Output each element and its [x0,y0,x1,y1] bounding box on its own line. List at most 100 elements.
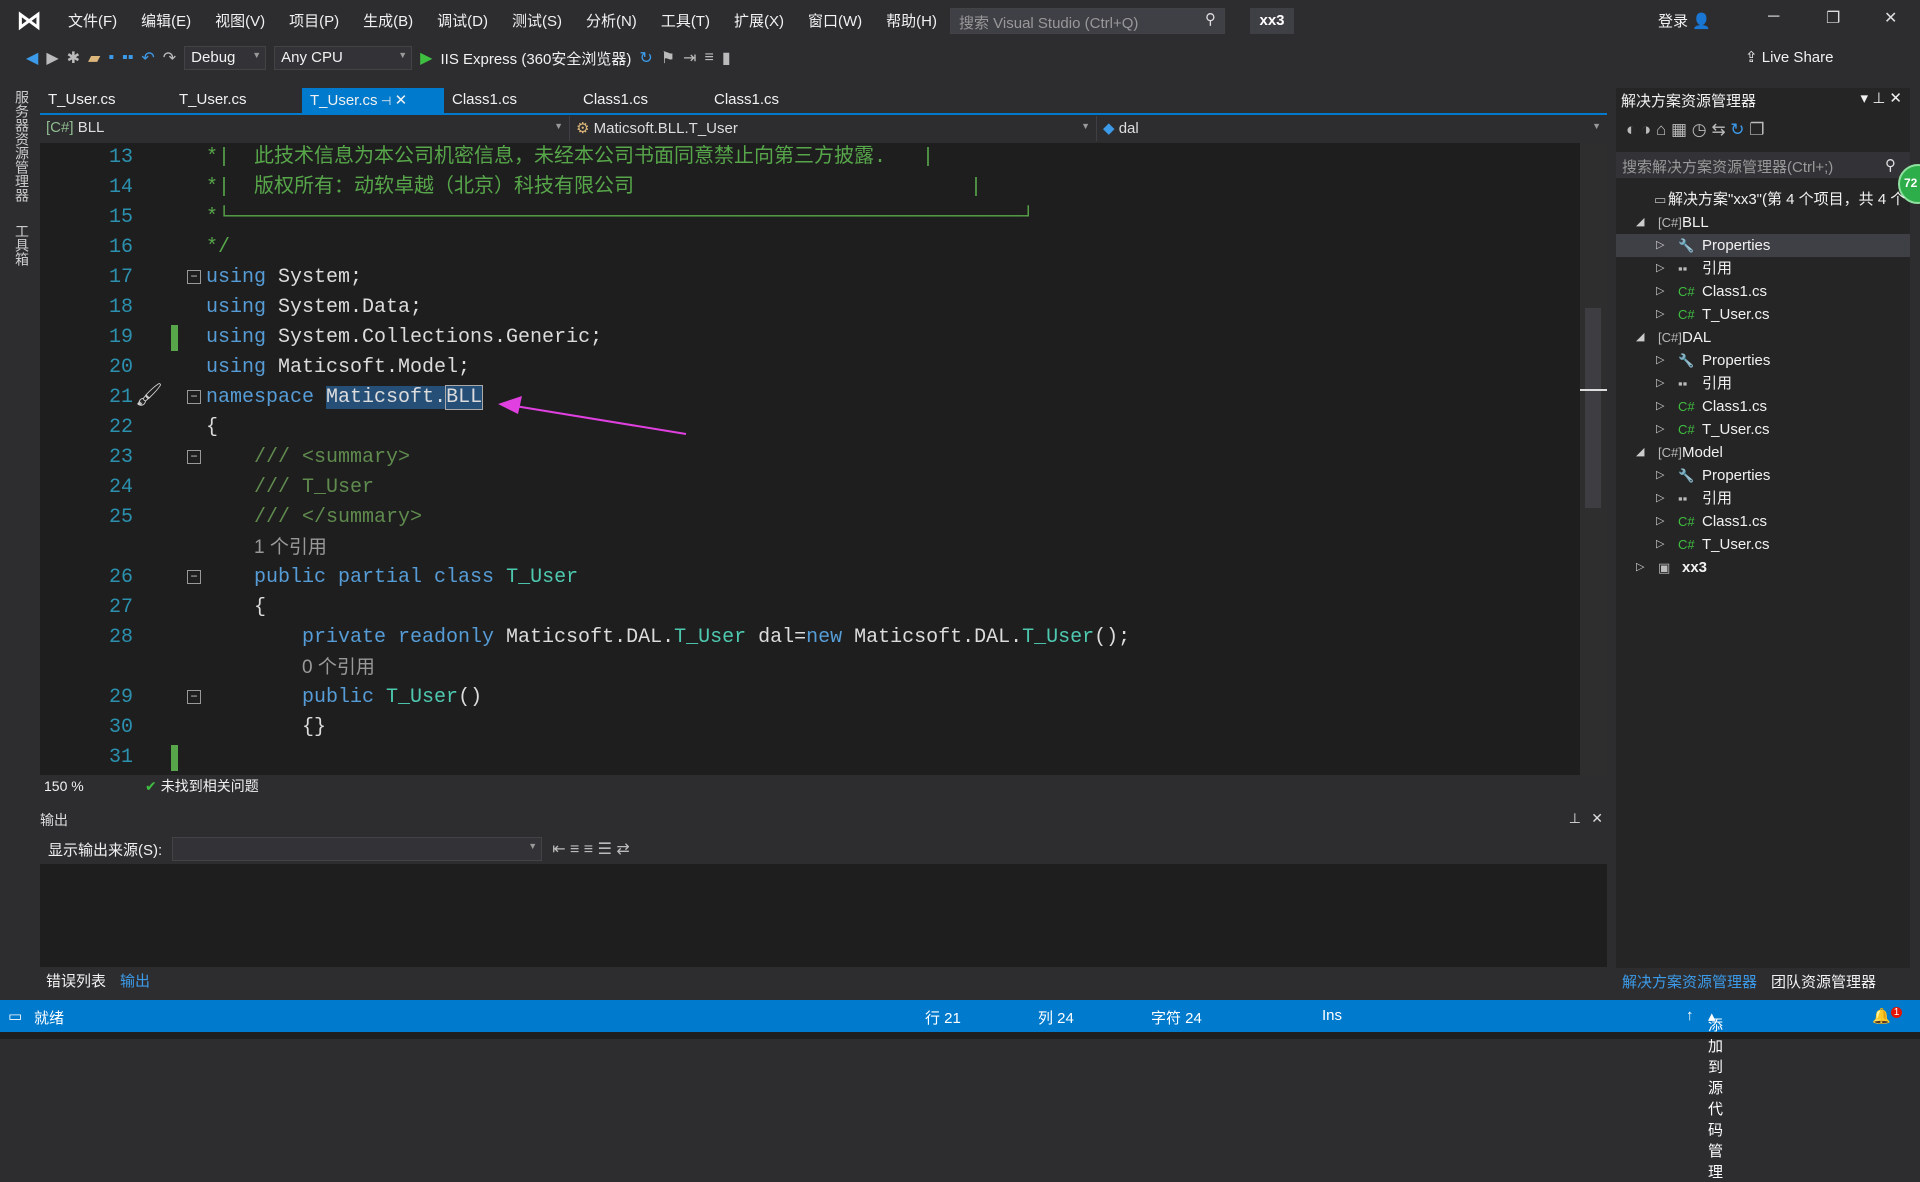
tree-item[interactable]: ▷ ▣ xx3 [1616,556,1910,579]
tab-output[interactable]: 输出 [120,970,150,991]
tree-expander-icon[interactable]: ◢ [1636,326,1644,349]
menu-item[interactable]: 项目(P) [277,10,351,31]
tree-expander-icon[interactable]: ▷ [1656,395,1664,418]
tree-item[interactable]: ▷ C# Class1.cs [1616,280,1910,303]
scroll-thumb[interactable] [1585,308,1601,508]
tree-expander-icon[interactable]: ▷ [1656,418,1664,441]
new-project-icon[interactable]: ✱ [67,48,80,68]
menu-item[interactable]: 测试(S) [500,10,574,31]
tree-expander-icon[interactable]: ◢ [1636,441,1644,464]
tree-item[interactable]: ◢ [C#] BLL [1616,211,1910,234]
project-dropdown[interactable]: [C#] BLL ▼ [40,116,570,141]
tree-expander-icon[interactable]: ◢ [1636,211,1644,234]
save-icon[interactable]: ▪ [108,49,114,67]
pin-icon[interactable]: ⊣ [378,94,395,108]
save-all-icon[interactable]: ▪▪ [122,49,133,67]
tab-document[interactable]: T_User.cs ⊣ ✕ [302,88,444,114]
member-dropdown[interactable]: ◆ dal ▼ [1097,116,1607,141]
tab-document[interactable]: Class1.cs [706,88,837,114]
clear-output-icon[interactable]: ⇤ ≡ ≡ ☰ ⇄ [552,839,630,859]
tab-team-explorer[interactable]: 团队资源管理器 [1771,971,1876,992]
forward-icon[interactable]: ▶ [46,48,58,68]
output-source-select[interactable]: ▼ [172,837,543,861]
solution-search-input[interactable]: 搜索解决方案资源管理器(Ctrl+;) ⚲ [1616,152,1910,178]
tree-item[interactable]: ▷ C# T_User.cs [1616,418,1910,441]
tree-item[interactable]: ▷ C# Class1.cs [1616,395,1910,418]
back-icon[interactable]: ◀ [26,48,38,68]
collapse-icon[interactable]: − [187,450,201,464]
pin-icon[interactable]: ⊥ [1569,810,1581,827]
close-window-button[interactable]: ✕ [1884,8,1897,28]
step-icon[interactable]: ⇥ [683,48,696,68]
platform-select[interactable]: Any CPU ▼ [274,46,413,70]
server-explorer-tab[interactable]: 服务器资源管理器 [12,90,32,202]
tree-expander-icon[interactable]: ▷ [1656,372,1664,395]
tree-item[interactable]: ▭ 解决方案"xx3"(第 4 个项目，共 4 个 [1616,188,1910,211]
zoom-select[interactable]: 150 % [40,778,115,794]
live-share-button[interactable]: ⇪ Live Share [1745,48,1833,66]
menu-item[interactable]: 分析(N) [574,10,649,31]
solution-explorer-controls[interactable]: ▾ ⊥ ✕ [1861,89,1903,107]
vertical-scrollbar[interactable] [1580,143,1607,775]
collapse-icon[interactable]: − [187,690,201,704]
menu-item[interactable]: 文件(F) [56,10,129,31]
redo-icon[interactable]: ↷ [163,48,176,68]
tree-expander-icon[interactable]: ▷ [1636,556,1644,579]
issues-status[interactable]: 未找到相关问题 [161,776,259,796]
tab-error-list[interactable]: 错误列表 [40,970,106,991]
menu-item[interactable]: 工具(T) [649,10,722,31]
tree-expander-icon[interactable]: ▷ [1656,257,1664,280]
tree-item[interactable]: ▷ 🔧 Properties [1616,349,1910,372]
notification-bell-icon[interactable]: 🔔 1 [1872,1007,1903,1025]
tree-expander-icon[interactable]: ▷ [1656,234,1664,257]
quick-actions-brush-icon[interactable]: 🖌 [135,382,163,408]
menu-item[interactable]: 调试(D) [425,10,500,31]
configuration-select[interactable]: Debug ▼ [184,46,267,70]
codelens-references[interactable]: 1 个引用 [254,537,327,558]
tree-item[interactable]: ▷ 🔧 Properties [1616,464,1910,487]
tree-item[interactable]: ▷ ▪▪ 引用 [1616,487,1910,510]
tab-document[interactable]: T_User.cs [40,88,171,114]
run-icon[interactable]: ▶ [420,48,432,68]
solution-explorer-toolbar[interactable]: ◐ ◑ ⌂ ▦ ◷ ⇆ ↻ ❐ [1626,120,1765,140]
close-icon[interactable]: ✕ [395,92,408,109]
tree-expander-icon[interactable]: ▷ [1656,533,1664,556]
tab-solution-explorer[interactable]: 解决方案资源管理器 [1622,971,1757,992]
code-editor[interactable]: 13 *| 此技术信息为本公司机密信息，未经本公司书面同意禁止向第三方披露. | 1… [40,143,1580,775]
collapse-icon[interactable]: − [187,390,201,404]
tree-item[interactable]: ▷ C# Class1.cs [1616,510,1910,533]
minimize-button[interactable]: ─ [1768,8,1779,26]
tree-expander-icon[interactable]: ▷ [1656,280,1664,303]
tree-item[interactable]: ◢ [C#] Model [1616,441,1910,464]
restore-button[interactable]: ❐ [1826,8,1840,28]
run-target-button[interactable]: IIS Express (360安全浏览器) [440,48,631,69]
tree-item[interactable]: ▷ 🔧 Properties [1616,234,1910,257]
menu-item[interactable]: 窗口(W) [796,10,874,31]
tree-expander-icon[interactable]: ▷ [1656,487,1664,510]
refresh-icon[interactable]: ↻ [639,48,652,68]
indent-icon[interactable]: ≡ [705,49,714,67]
collapse-icon[interactable]: − [187,270,201,284]
tab-document[interactable]: T_User.cs [171,88,302,114]
open-folder-icon[interactable]: ▰ [88,48,100,68]
tree-item[interactable]: ◢ [C#] DAL [1616,326,1910,349]
find-icon[interactable]: ⚑ [661,48,675,68]
toolbox-tab[interactable]: 工具箱 [12,224,32,266]
source-control-button[interactable]: 添加到源代码管理 ▴ [1708,1007,1723,1181]
output-text-area[interactable] [40,864,1607,967]
tree-item[interactable]: ▷ ▪▪ 引用 [1616,257,1910,280]
tab-document[interactable]: Class1.cs [575,88,706,114]
menu-item[interactable]: 扩展(X) [722,10,796,31]
tree-expander-icon[interactable]: ▷ [1656,464,1664,487]
menu-item[interactable]: 编辑(E) [129,10,203,31]
login-button[interactable]: 登录 👤 [1658,10,1711,31]
tree-item[interactable]: ▷ ▪▪ 引用 [1616,372,1910,395]
menu-item[interactable]: 视图(V) [203,10,277,31]
close-icon[interactable]: ✕ [1591,810,1603,827]
tree-expander-icon[interactable]: ▷ [1656,510,1664,533]
tab-document[interactable]: Class1.cs [444,88,575,114]
undo-icon[interactable]: ↶ [141,48,154,68]
menu-item[interactable]: 帮助(H) [874,10,949,31]
menu-item[interactable]: 生成(B) [351,10,425,31]
bookmark-icon[interactable]: ▮ [722,48,731,68]
